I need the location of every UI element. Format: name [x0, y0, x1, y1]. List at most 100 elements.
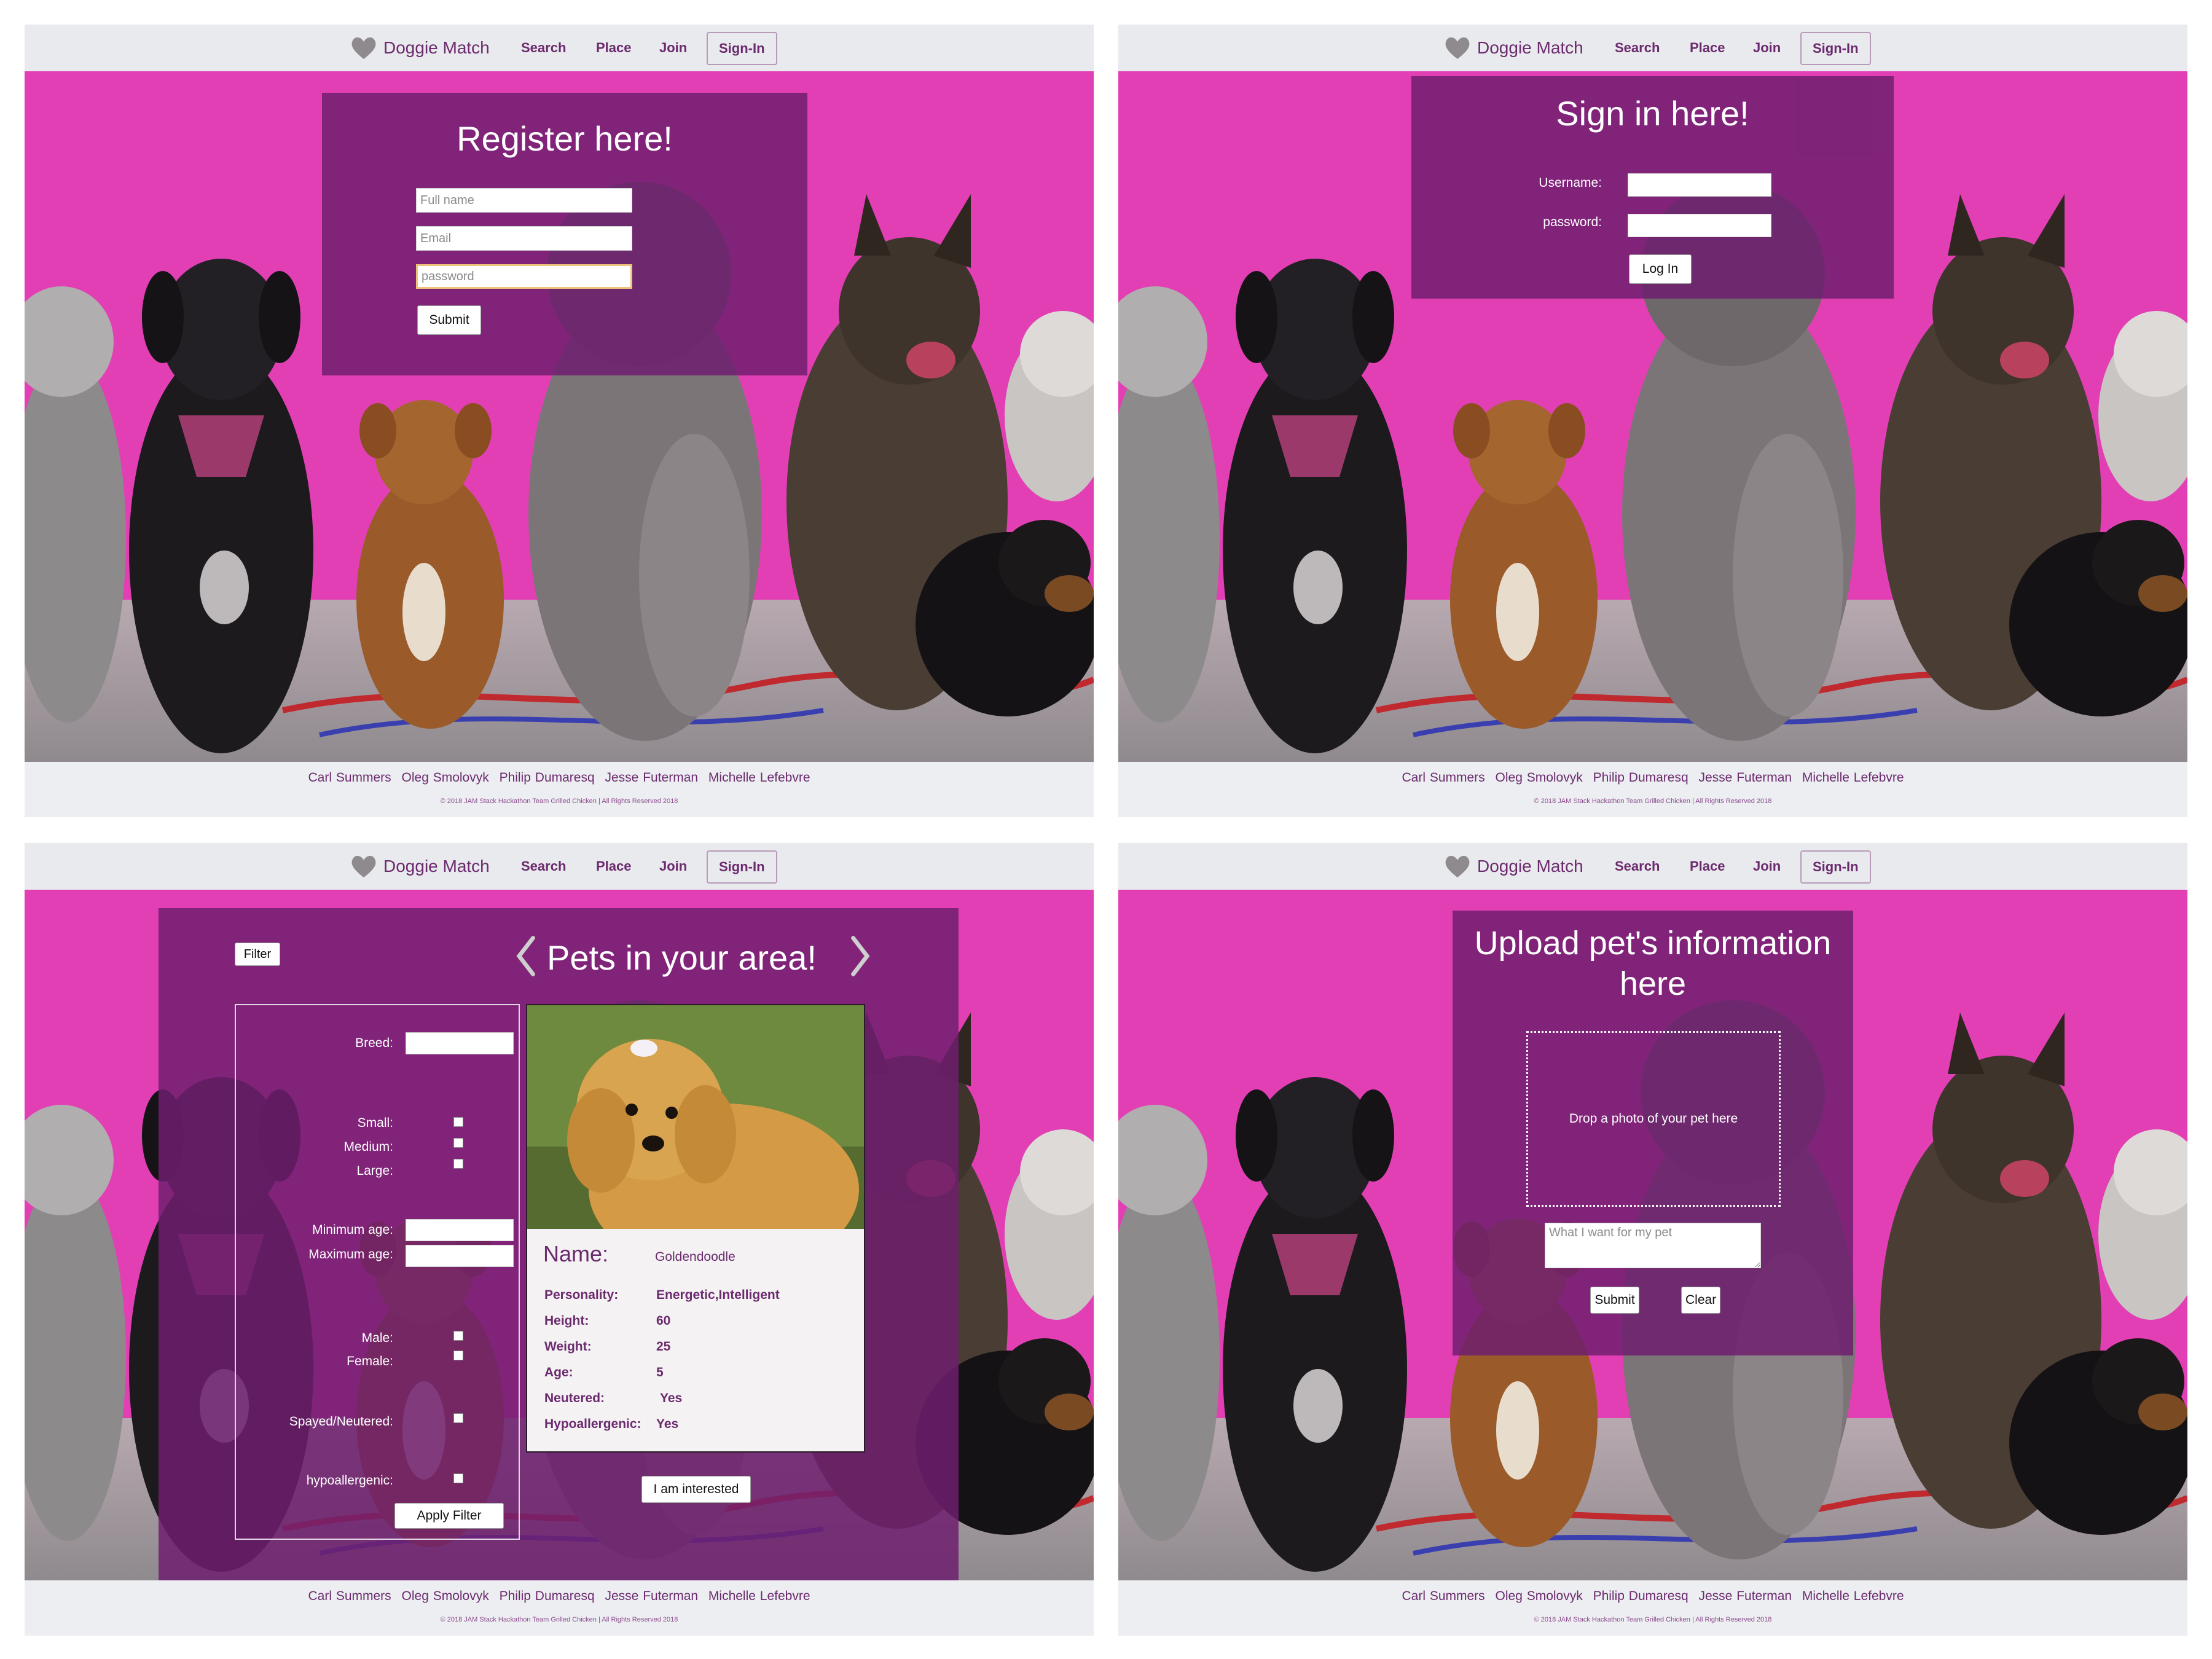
credit-name[interactable]: Carl Summers — [308, 1589, 391, 1603]
credit-name[interactable]: Oleg Smolovyk — [1496, 771, 1583, 785]
pet-photo — [527, 1005, 864, 1229]
credit-name[interactable]: Michelle Lefebvre — [1802, 771, 1904, 785]
brand-name: Doggie Match — [1477, 857, 1583, 876]
pet-wants-textarea[interactable] — [1545, 1223, 1761, 1268]
team-credits: Carl Summers Oleg Smolovyk Philip Dumare… — [25, 771, 1094, 785]
copyright: © 2018 JAM Stack Hackathon Team Grilled … — [1534, 1616, 1772, 1623]
nav-join-link[interactable]: Join — [1753, 854, 1781, 879]
height-label: Height: — [544, 1314, 589, 1328]
nav-join-link[interactable]: Join — [1753, 36, 1781, 60]
nav-join-link[interactable]: Join — [659, 854, 687, 879]
credit-name[interactable]: Philip Dumaresq — [1593, 771, 1688, 785]
upload-card: Upload pet's information here Drop a pho… — [1453, 911, 1853, 1355]
credit-name[interactable]: Oleg Smolovyk — [1496, 1589, 1583, 1603]
register-submit-button[interactable]: Submit — [417, 305, 481, 335]
nav-search-link[interactable]: Search — [1615, 854, 1660, 879]
credit-name[interactable]: Michelle Lefebvre — [1802, 1589, 1904, 1603]
copyright: © 2018 JAM Stack Hackathon Team Grilled … — [440, 1616, 678, 1623]
credit-name[interactable]: Jesse Futerman — [605, 771, 699, 785]
min-age-input[interactable] — [406, 1219, 514, 1241]
male-checkbox[interactable] — [453, 1331, 463, 1341]
upload-clear-button[interactable]: Clear — [1681, 1287, 1720, 1314]
nav-signin-button[interactable]: Sign-In — [1800, 850, 1871, 884]
credit-name[interactable]: Philip Dumaresq — [500, 771, 595, 785]
hypoallergenic-checkbox[interactable] — [453, 1473, 463, 1483]
login-button[interactable]: Log In — [1629, 254, 1692, 284]
pets-screen: Doggie Match Search Place Join Sign-In F… — [25, 843, 1094, 1636]
nav-search-link[interactable]: Search — [1615, 36, 1660, 60]
footer: Carl Summers Oleg Smolovyk Philip Dumare… — [1118, 1580, 2187, 1636]
credit-name[interactable]: Oleg Smolovyk — [402, 771, 489, 785]
apply-filter-button[interactable]: Apply Filter — [394, 1503, 504, 1529]
credit-name[interactable]: Jesse Futerman — [1699, 771, 1792, 785]
credit-name[interactable]: Philip Dumaresq — [500, 1589, 595, 1603]
upload-title-line1: Upload pet's information — [1474, 925, 1832, 962]
signin-card: Sign in here! Username: password: Log In — [1411, 76, 1894, 299]
password-label: password: — [1543, 215, 1602, 229]
nav-place-link[interactable]: Place — [1690, 36, 1725, 60]
female-checkbox[interactable] — [453, 1351, 463, 1360]
brand-link[interactable]: Doggie Match — [350, 853, 490, 880]
hypo-card-value: Yes — [656, 1417, 679, 1431]
nav-signin-button[interactable]: Sign-In — [707, 32, 777, 65]
chevron-right-icon[interactable] — [850, 935, 871, 977]
large-label: Large: — [356, 1164, 393, 1178]
max-age-input[interactable] — [406, 1245, 514, 1267]
team-credits: Carl Summers Oleg Smolovyk Philip Dumare… — [1118, 771, 2187, 785]
nav-place-link[interactable]: Place — [596, 854, 632, 879]
upload-submit-button[interactable]: Submit — [1590, 1287, 1639, 1314]
signin-password-input[interactable] — [1628, 214, 1771, 237]
nav-search-link[interactable]: Search — [521, 854, 566, 879]
hero-background: Upload pet's information here Drop a pho… — [1118, 890, 2187, 1580]
interested-button[interactable]: I am interested — [641, 1476, 751, 1503]
spayed-checkbox[interactable] — [453, 1413, 463, 1423]
nav-signin-button[interactable]: Sign-In — [1800, 32, 1871, 65]
brand-link[interactable]: Doggie Match — [1444, 853, 1583, 880]
photo-dropzone[interactable]: Drop a photo of your pet here — [1526, 1031, 1781, 1207]
large-checkbox[interactable] — [453, 1159, 463, 1169]
footer: Carl Summers Oleg Smolovyk Philip Dumare… — [25, 762, 1094, 817]
breed-input[interactable] — [406, 1032, 514, 1054]
brand-link[interactable]: Doggie Match — [1444, 34, 1583, 61]
credit-name[interactable]: Jesse Futerman — [1699, 1589, 1792, 1603]
fullname-input[interactable] — [416, 188, 632, 213]
password-input[interactable] — [416, 264, 632, 289]
medium-label: Medium: — [343, 1140, 393, 1154]
navbar: Doggie Match Search Place Join Sign-In — [1118, 25, 2187, 71]
nav-join-link[interactable]: Join — [659, 36, 687, 60]
breed-label: Breed: — [355, 1036, 393, 1050]
nav-signin-button[interactable]: Sign-In — [707, 850, 777, 884]
email-input[interactable] — [416, 226, 632, 251]
heart-icon — [1445, 37, 1470, 59]
footer: Carl Summers Oleg Smolovyk Philip Dumare… — [1118, 762, 2187, 817]
credit-name[interactable]: Michelle Lefebvre — [708, 1589, 810, 1603]
weight-value: 25 — [656, 1339, 671, 1354]
nav-search-link[interactable]: Search — [521, 36, 566, 60]
username-input[interactable] — [1628, 173, 1771, 197]
navbar: Doggie Match Search Place Join Sign-In — [1118, 843, 2187, 890]
age-label: Age: — [544, 1365, 573, 1379]
brand-link[interactable]: Doggie Match — [350, 34, 490, 61]
small-checkbox[interactable] — [453, 1117, 463, 1127]
nav-place-link[interactable]: Place — [1690, 854, 1725, 879]
credit-name[interactable]: Carl Summers — [1402, 771, 1484, 785]
nav-place-link[interactable]: Place — [596, 36, 632, 60]
brand-name: Doggie Match — [383, 38, 490, 57]
credit-name[interactable]: Michelle Lefebvre — [708, 771, 810, 785]
credit-name[interactable]: Philip Dumaresq — [1593, 1589, 1688, 1603]
signin-title: Sign in here! — [1556, 94, 1749, 133]
credit-name[interactable]: Carl Summers — [1402, 1589, 1484, 1603]
neutered-value: Yes — [660, 1391, 683, 1405]
credit-name[interactable]: Oleg Smolovyk — [402, 1589, 489, 1603]
hero-background: Filter Pets in your area! Breed: Small: … — [25, 890, 1094, 1580]
hypo-card-label: Hypoallergenic: — [544, 1417, 641, 1431]
max-age-label: Maximum age: — [308, 1247, 393, 1261]
filter-toggle-button[interactable]: Filter — [235, 943, 280, 966]
credit-name[interactable]: Jesse Futerman — [605, 1589, 699, 1603]
credit-name[interactable]: Carl Summers — [308, 771, 391, 785]
medium-checkbox[interactable] — [453, 1138, 463, 1148]
chevron-left-icon[interactable] — [515, 935, 536, 977]
hero-background: Register here! Submit — [25, 71, 1094, 762]
hero-background: Sign in here! Username: password: Log In — [1118, 71, 2187, 762]
pets-card: Filter Pets in your area! Breed: Small: … — [159, 908, 959, 1580]
